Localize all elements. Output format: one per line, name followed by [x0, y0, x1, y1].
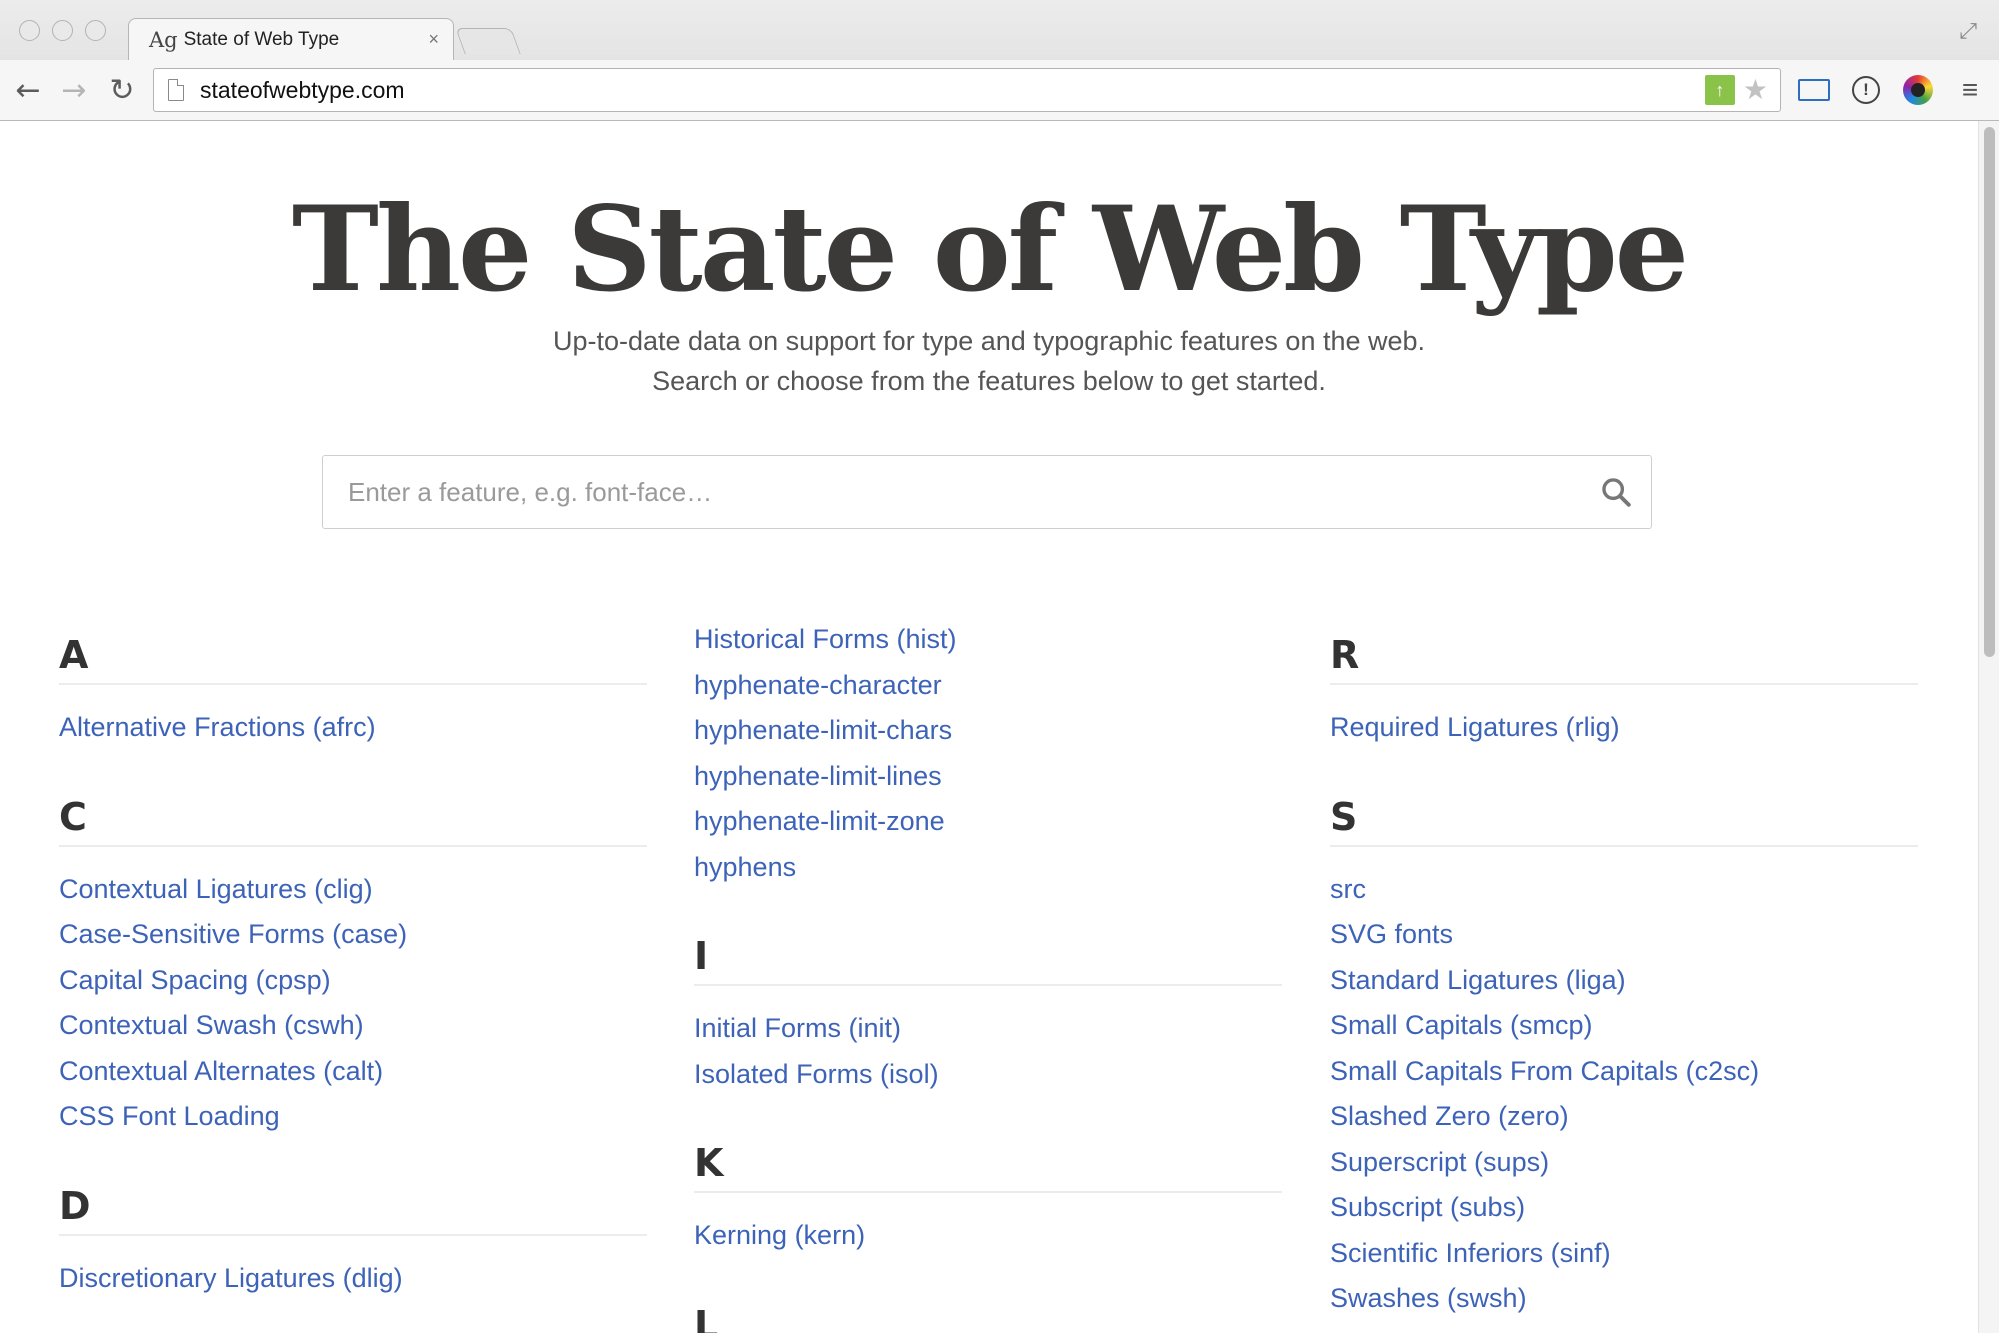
tab-favicon-icon: Ag — [149, 27, 178, 52]
feature-link[interactable]: Slashed Zero (zero) — [1330, 1094, 1918, 1140]
feature-column-3: R Required Ligatures (rlig) Ssrc SVG fonts S… — [1330, 625, 1918, 1322]
letter-group: D Discretionary Ligatures (dlig) — [59, 1176, 647, 1302]
new-tab-button[interactable] — [455, 28, 521, 54]
feature-link[interactable]: hyphens — [694, 845, 1282, 891]
letter-heading: K — [694, 1133, 1282, 1193]
letter-heading: L — [694, 1295, 1282, 1333]
browser-tab[interactable]: Ag State of Web Type × — [128, 18, 454, 60]
feature-link[interactable]: Required Ligatures (rlig) — [1330, 705, 1918, 751]
close-window-button[interactable] — [19, 20, 40, 41]
minimize-window-button[interactable] — [52, 20, 73, 41]
close-tab-icon[interactable]: × — [428, 29, 439, 50]
info-icon[interactable]: ! — [1849, 72, 1883, 108]
letter-heading: I — [694, 926, 1282, 986]
feature-link[interactable]: Scientific Inferiors (sinf) — [1330, 1231, 1918, 1277]
address-bar[interactable]: stateofwebtype.com ↑ ★ — [153, 68, 1781, 112]
reload-icon[interactable]: ↻ — [104, 72, 140, 108]
url-text[interactable]: stateofwebtype.com — [200, 77, 1705, 104]
extension-icon[interactable]: ↑ — [1704, 75, 1735, 105]
feature-link[interactable]: Initial Forms (init) — [694, 1006, 1282, 1052]
feature-link[interactable]: Contextual Ligatures (clig) — [59, 867, 647, 913]
feature-link[interactable]: SVG fonts — [1330, 912, 1918, 958]
maximize-window-button[interactable] — [85, 20, 106, 41]
browser-toolbar: ← → ↻ stateofwebtype.com ↑ ★ ! ≡ — [0, 60, 1999, 120]
feature-link[interactable]: Small Capitals From Capitals (c2sc) — [1330, 1049, 1918, 1095]
letter-heading: A — [59, 625, 647, 685]
feature-link[interactable]: Discretionary Ligatures (dlig) — [59, 1256, 647, 1302]
feature-link[interactable]: Swashes (swsh) — [1330, 1276, 1918, 1322]
letter-group: I Initial Forms (init) Isolated Forms (iso… — [694, 926, 1282, 1097]
page-scrollbar[interactable] — [1978, 121, 1999, 1333]
feature-link[interactable]: Small Capitals (smcp) — [1330, 1003, 1918, 1049]
scrollbar-thumb[interactable] — [1984, 127, 1995, 657]
page-icon — [168, 79, 184, 101]
feature-link[interactable]: src — [1330, 867, 1918, 913]
letter-group: K Kerning (kern) — [694, 1133, 1282, 1259]
feature-index: A Alternative Fractions (afrc) C Contextual… — [0, 121, 1978, 1333]
feature-link[interactable]: Superscript (sups) — [1330, 1140, 1918, 1186]
letter-heading: D — [59, 1176, 647, 1236]
feature-link[interactable]: Capital Spacing (cpsp) — [59, 958, 647, 1004]
feature-link[interactable]: Alternative Fractions (afrc) — [59, 705, 647, 751]
letter-group: C Contextual Ligatures (clig) Case-Sensiti… — [59, 787, 647, 1140]
feature-link[interactable]: hyphenate-limit-chars — [694, 708, 1282, 754]
feature-link[interactable]: Historical Forms (hist) — [694, 617, 1282, 663]
feature-column-1: A Alternative Fractions (afrc) C Contextual… — [59, 625, 647, 1301]
tab-title: State of Web Type — [183, 28, 340, 50]
menu-icon[interactable]: ≡ — [1953, 72, 1987, 108]
feature-link[interactable]: Standard Ligatures (liga) — [1330, 958, 1918, 1004]
letter-heading: C — [59, 787, 647, 847]
letter-group: R Required Ligatures (rlig) — [1330, 625, 1918, 751]
star-icon[interactable]: ★ — [1743, 76, 1768, 104]
letter-group: Historical Forms (hist) hyphenate-charact… — [694, 617, 1282, 890]
window-controls — [19, 20, 106, 41]
page-viewport: The State of Web Type Up-to-date data on… — [0, 121, 1978, 1333]
feature-link[interactable]: hyphenate-limit-zone — [694, 799, 1282, 845]
letter-heading: R — [1330, 625, 1918, 685]
letter-heading: S — [1330, 787, 1918, 847]
feature-link[interactable]: Case-Sensitive Forms (case) — [59, 912, 647, 958]
back-icon[interactable]: ← — [10, 72, 46, 108]
feature-link[interactable]: Contextual Swash (cswh) — [59, 1003, 647, 1049]
feature-link[interactable]: CSS Font Loading — [59, 1094, 647, 1140]
fullscreen-icon[interactable]: ⤢ — [1959, 18, 1977, 44]
color-picker-icon[interactable] — [1901, 72, 1935, 108]
forward-icon[interactable]: → — [56, 72, 92, 108]
letter-group: Ssrc SVG fonts Standard Ligatures (liga) Sm… — [1330, 787, 1918, 1322]
feature-link[interactable]: Contextual Alternates (calt) — [59, 1049, 647, 1095]
feature-link[interactable]: hyphenate-character — [694, 663, 1282, 709]
feature-link[interactable]: hyphenate-limit-lines — [694, 754, 1282, 800]
feature-column-2: Historical Forms (hist) hyphenate-charact… — [694, 617, 1282, 1333]
cast-icon[interactable] — [1797, 72, 1831, 108]
feature-link[interactable]: Kerning (kern) — [694, 1213, 1282, 1259]
letter-group: L — [694, 1295, 1282, 1333]
feature-link[interactable]: Subscript (subs) — [1330, 1185, 1918, 1231]
feature-link[interactable]: Isolated Forms (isol) — [694, 1052, 1282, 1098]
letter-group: A Alternative Fractions (afrc) — [59, 625, 647, 751]
browser-chrome: Ag State of Web Type × ⤢ ← → ↻ stateofwe… — [0, 0, 1999, 121]
